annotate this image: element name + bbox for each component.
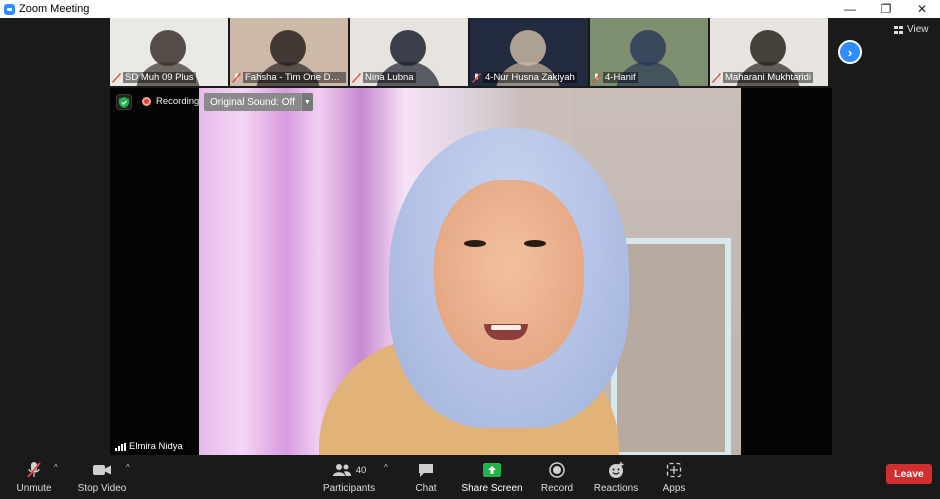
active-speaker-video[interactable]: Recording Original Sound: Off ▼ Elmira N… — [110, 88, 832, 455]
original-sound-control[interactable]: Original Sound: Off ▼ — [204, 93, 313, 111]
participant-label: Maharani Mukhtaridi — [712, 71, 826, 84]
close-icon[interactable]: ✕ — [904, 0, 940, 18]
view-label: View — [907, 24, 929, 35]
participants-count: 40 — [355, 464, 367, 476]
participant-avatar — [150, 30, 186, 66]
chevron-right-icon: › — [847, 44, 853, 60]
chat-bubble-icon — [419, 463, 433, 477]
leave-button[interactable]: Leave — [886, 464, 932, 484]
title-bar: Zoom Meeting — ❐ ✕ — [0, 0, 940, 18]
record-label: Record — [540, 483, 574, 494]
restore-icon[interactable]: ❐ — [868, 0, 904, 18]
video-camera-icon — [93, 465, 111, 475]
reactions-label: Reactions — [593, 483, 639, 494]
participant-name: Nina Lubna — [363, 72, 416, 83]
participant-avatar — [630, 30, 666, 66]
unmute-label: Unmute — [16, 483, 52, 494]
microphone-muted-icon — [27, 462, 41, 478]
record-icon — [549, 462, 565, 478]
speaker-eye-right — [524, 240, 546, 247]
microphone-muted-icon — [352, 72, 361, 83]
shield-icon — [119, 96, 129, 108]
speaker-video-feed — [199, 88, 741, 455]
microphone-muted-icon — [592, 72, 601, 83]
recording-dot-icon — [142, 97, 151, 106]
microphone-muted-icon — [112, 72, 121, 83]
stop-video-label: Stop Video — [77, 483, 127, 494]
window-title: Zoom Meeting — [19, 3, 90, 15]
audio-options-caret-icon[interactable]: ^ — [54, 463, 58, 472]
participant-avatar — [270, 30, 306, 66]
microphone-muted-icon — [472, 72, 481, 83]
apps-icon — [666, 462, 682, 478]
participant-label: 4-Nur Husna Zakiyah — [472, 71, 586, 84]
participant-tile[interactable]: Fahsha - Tim One Day ... — [230, 18, 348, 86]
speaker-eye-left — [464, 240, 486, 247]
security-badge[interactable] — [116, 94, 132, 110]
apps-label: Apps — [662, 483, 686, 494]
participant-name: Fahsha - Tim One Day ... — [243, 72, 346, 83]
participant-name: SD Muh 09 Plus — [123, 72, 196, 83]
share-screen-label: Share Screen — [461, 483, 523, 494]
meeting-toolbar: Unmute ^ Stop Video ^ 40 Participants ^ … — [0, 455, 940, 499]
reactions-smiley-icon — [608, 461, 623, 478]
speaker-name: Elmira Nidya — [129, 441, 183, 452]
video-options-caret-icon[interactable]: ^ — [126, 463, 130, 472]
record-button[interactable]: Record — [536, 455, 578, 499]
participant-name: 4-Hanif — [603, 72, 638, 83]
next-page-button[interactable]: › — [838, 40, 862, 64]
chevron-down-icon[interactable]: ▼ — [300, 93, 313, 111]
chat-button[interactable]: Chat — [404, 455, 448, 499]
participant-name: 4-Nur Husna Zakiyah — [483, 72, 577, 83]
speaker-name-label: Elmira Nidya — [112, 440, 186, 453]
share-screen-button[interactable]: Share Screen — [461, 455, 523, 499]
zoom-logo-icon — [4, 3, 15, 15]
participant-name: Maharani Mukhtaridi — [723, 72, 814, 83]
participants-icon — [332, 464, 351, 476]
participant-tile[interactable]: 4-Nur Husna Zakiyah — [470, 18, 588, 86]
participants-button[interactable]: 40 Participants — [320, 455, 378, 499]
participant-label: 4-Hanif — [592, 71, 706, 84]
participants-options-caret-icon[interactable]: ^ — [384, 463, 388, 472]
recording-label: Recording — [156, 96, 200, 107]
reactions-button[interactable]: Reactions — [592, 455, 640, 499]
original-sound-button[interactable]: Original Sound: Off — [204, 93, 301, 111]
recording-indicator[interactable]: Recording — [142, 96, 199, 107]
microphone-muted-icon — [712, 72, 721, 83]
chat-label: Chat — [415, 483, 437, 494]
participants-label: Participants — [322, 483, 376, 494]
participant-label: SD Muh 09 Plus — [112, 71, 226, 84]
speaker-teeth — [491, 325, 521, 330]
minimize-icon[interactable]: — — [832, 0, 868, 18]
gallery-strip: SD Muh 09 Plus Fahsha - Tim One Day ... Ni… — [110, 18, 828, 86]
apps-button[interactable]: Apps — [654, 455, 694, 499]
participant-avatar — [390, 30, 426, 66]
speaker-face — [434, 180, 584, 370]
door-frame — [611, 238, 731, 455]
participant-avatar — [510, 30, 546, 66]
grid-view-icon — [894, 25, 903, 34]
share-screen-icon — [483, 463, 501, 477]
meeting-stage: SD Muh 09 Plus Fahsha - Tim One Day ... Ni… — [0, 18, 940, 455]
participant-avatar — [750, 30, 786, 66]
view-button[interactable]: View — [894, 24, 929, 35]
stop-video-button[interactable]: Stop Video — [76, 455, 128, 499]
participant-label: Nina Lubna — [352, 71, 466, 84]
participant-tile[interactable]: 4-Hanif — [590, 18, 708, 86]
signal-bars-icon — [115, 442, 126, 451]
participant-label: Fahsha - Tim One Day ... — [232, 71, 346, 84]
participant-tile[interactable]: Nina Lubna — [350, 18, 468, 86]
microphone-muted-icon — [232, 72, 241, 83]
unmute-button[interactable]: Unmute — [12, 455, 56, 499]
participant-tile[interactable]: SD Muh 09 Plus — [110, 18, 228, 86]
participant-tile[interactable]: Maharani Mukhtaridi — [710, 18, 828, 86]
